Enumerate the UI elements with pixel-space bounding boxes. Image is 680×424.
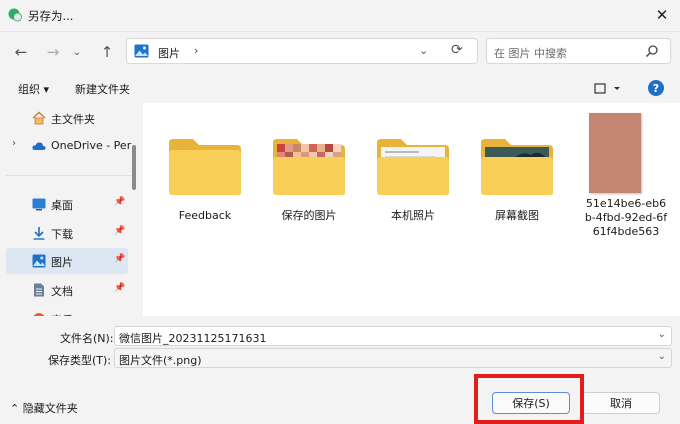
file-name: Feedback (178, 209, 232, 222)
folder-icon (481, 139, 553, 195)
sidebar-item-onedrive[interactable]: › OneDrive - Per (6, 133, 132, 159)
close-button[interactable]: ✕ (650, 4, 674, 26)
chevron-down-icon[interactable]: ⌄ (658, 351, 666, 362)
sidebar-item-label: 文档 (51, 285, 73, 298)
title-bar (0, 0, 680, 31)
highlight-annotation (474, 374, 584, 424)
up-button[interactable]: ↑ (96, 42, 118, 62)
file-name: 本机照片 (391, 209, 435, 222)
address-dropdown-icon[interactable]: ⌄ (419, 44, 428, 57)
view-options-button[interactable] (592, 81, 628, 97)
file-list: Feedback 保存的图片 本机照片 屏幕截图 51e14be6-eb6 b-… (143, 103, 680, 316)
sidebar-item-label: 图片 (51, 256, 73, 269)
filetype-select[interactable]: 图片文件(*.png) ⌄ (114, 348, 672, 368)
sidebar-item-label: OneDrive - Per (51, 139, 132, 152)
sidebar-item-music[interactable]: 音乐 (6, 306, 128, 316)
breadcrumb-chevron-icon[interactable]: › (194, 44, 198, 57)
filetype-value: 图片文件(*.png) (119, 354, 202, 367)
filename-input[interactable]: 微信图片_20231125171631 ⌄ (114, 326, 672, 346)
download-icon (33, 227, 45, 240)
hide-folders-label: 隐藏文件夹 (22, 402, 78, 415)
organize-menu[interactable]: 组织 ▾ (18, 81, 49, 97)
cloud-icon (32, 142, 46, 150)
search-input[interactable]: 在 图片 中搜索 (486, 38, 671, 64)
chevron-up-icon: ⌃ (10, 402, 20, 415)
pin-icon[interactable]: 📌 (114, 197, 125, 207)
sidebar-item-label: 桌面 (51, 199, 73, 212)
folder-icon (169, 139, 241, 195)
document-icon (34, 283, 44, 297)
expand-chevron-icon[interactable]: › (12, 138, 16, 149)
file-name: 51e14be6-eb6 b-4fbd-92ed-6f 61f4bde563 (584, 197, 668, 238)
pin-icon[interactable]: 📌 (114, 226, 125, 236)
pictures-icon (134, 44, 149, 58)
file-name: 保存的图片 (281, 209, 337, 222)
recent-dropdown-button[interactable]: ⌄ (66, 42, 88, 62)
sidebar-item-home[interactable]: 主文件夹 (6, 105, 128, 131)
sidebar-item-pictures[interactable]: 图片 📌 (6, 248, 128, 274)
filename-value: 微信图片_20231125171631 (119, 332, 267, 345)
pictures-icon (32, 254, 46, 268)
new-folder-button[interactable]: 新建文件夹 (75, 81, 130, 97)
desktop-icon (32, 198, 46, 211)
file-name: 屏幕截图 (495, 209, 539, 222)
filetype-label: 保存类型(T): (48, 354, 112, 367)
pin-icon[interactable]: 📌 (114, 254, 125, 264)
folder-icon (273, 139, 345, 195)
cancel-button[interactable]: 取消 (582, 392, 660, 414)
chevron-down-icon[interactable]: ⌄ (658, 329, 666, 340)
filename-label: 文件名(N): (60, 332, 114, 345)
close-icon: ✕ (655, 6, 669, 24)
breadcrumb-pictures[interactable]: 图片 (158, 45, 180, 61)
sidebar-item-documents[interactable]: 文档 📌 (6, 277, 128, 303)
music-icon (33, 313, 45, 316)
sidebar-item-label: 主文件夹 (51, 113, 95, 126)
address-bar[interactable]: 图片 › ⌄ ⟳ (126, 38, 478, 64)
sidebar-item-label: 下载 (51, 228, 73, 241)
divider (6, 175, 132, 176)
sidebar-item-desktop[interactable]: 桌面 📌 (6, 191, 128, 217)
sidebar-scrollbar[interactable] (132, 145, 136, 190)
sidebar-item-label: 音乐 (51, 312, 73, 316)
help-icon[interactable]: ? (648, 80, 664, 96)
back-button[interactable]: ← (10, 42, 32, 62)
search-icon[interactable] (645, 44, 659, 58)
forward-button[interactable]: → (42, 42, 64, 62)
image-thumbnail (589, 113, 641, 193)
window-title: 另存为... (28, 9, 74, 23)
navigation-pane: 主文件夹 › OneDrive - Per 桌面 📌 下载 📌 图片 � (0, 103, 138, 316)
pin-icon[interactable]: 📌 (114, 283, 125, 293)
refresh-icon[interactable]: ⟳ (451, 42, 463, 58)
wechat-icon (8, 8, 22, 22)
folder-icon (377, 139, 449, 195)
hide-folders-toggle[interactable]: ⌃ 隐藏文件夹 (10, 400, 78, 416)
divider (0, 31, 680, 32)
sidebar-item-downloads[interactable]: 下载 📌 (6, 220, 128, 246)
search-placeholder: 在 图片 中搜索 (494, 47, 567, 60)
home-icon (32, 111, 46, 125)
